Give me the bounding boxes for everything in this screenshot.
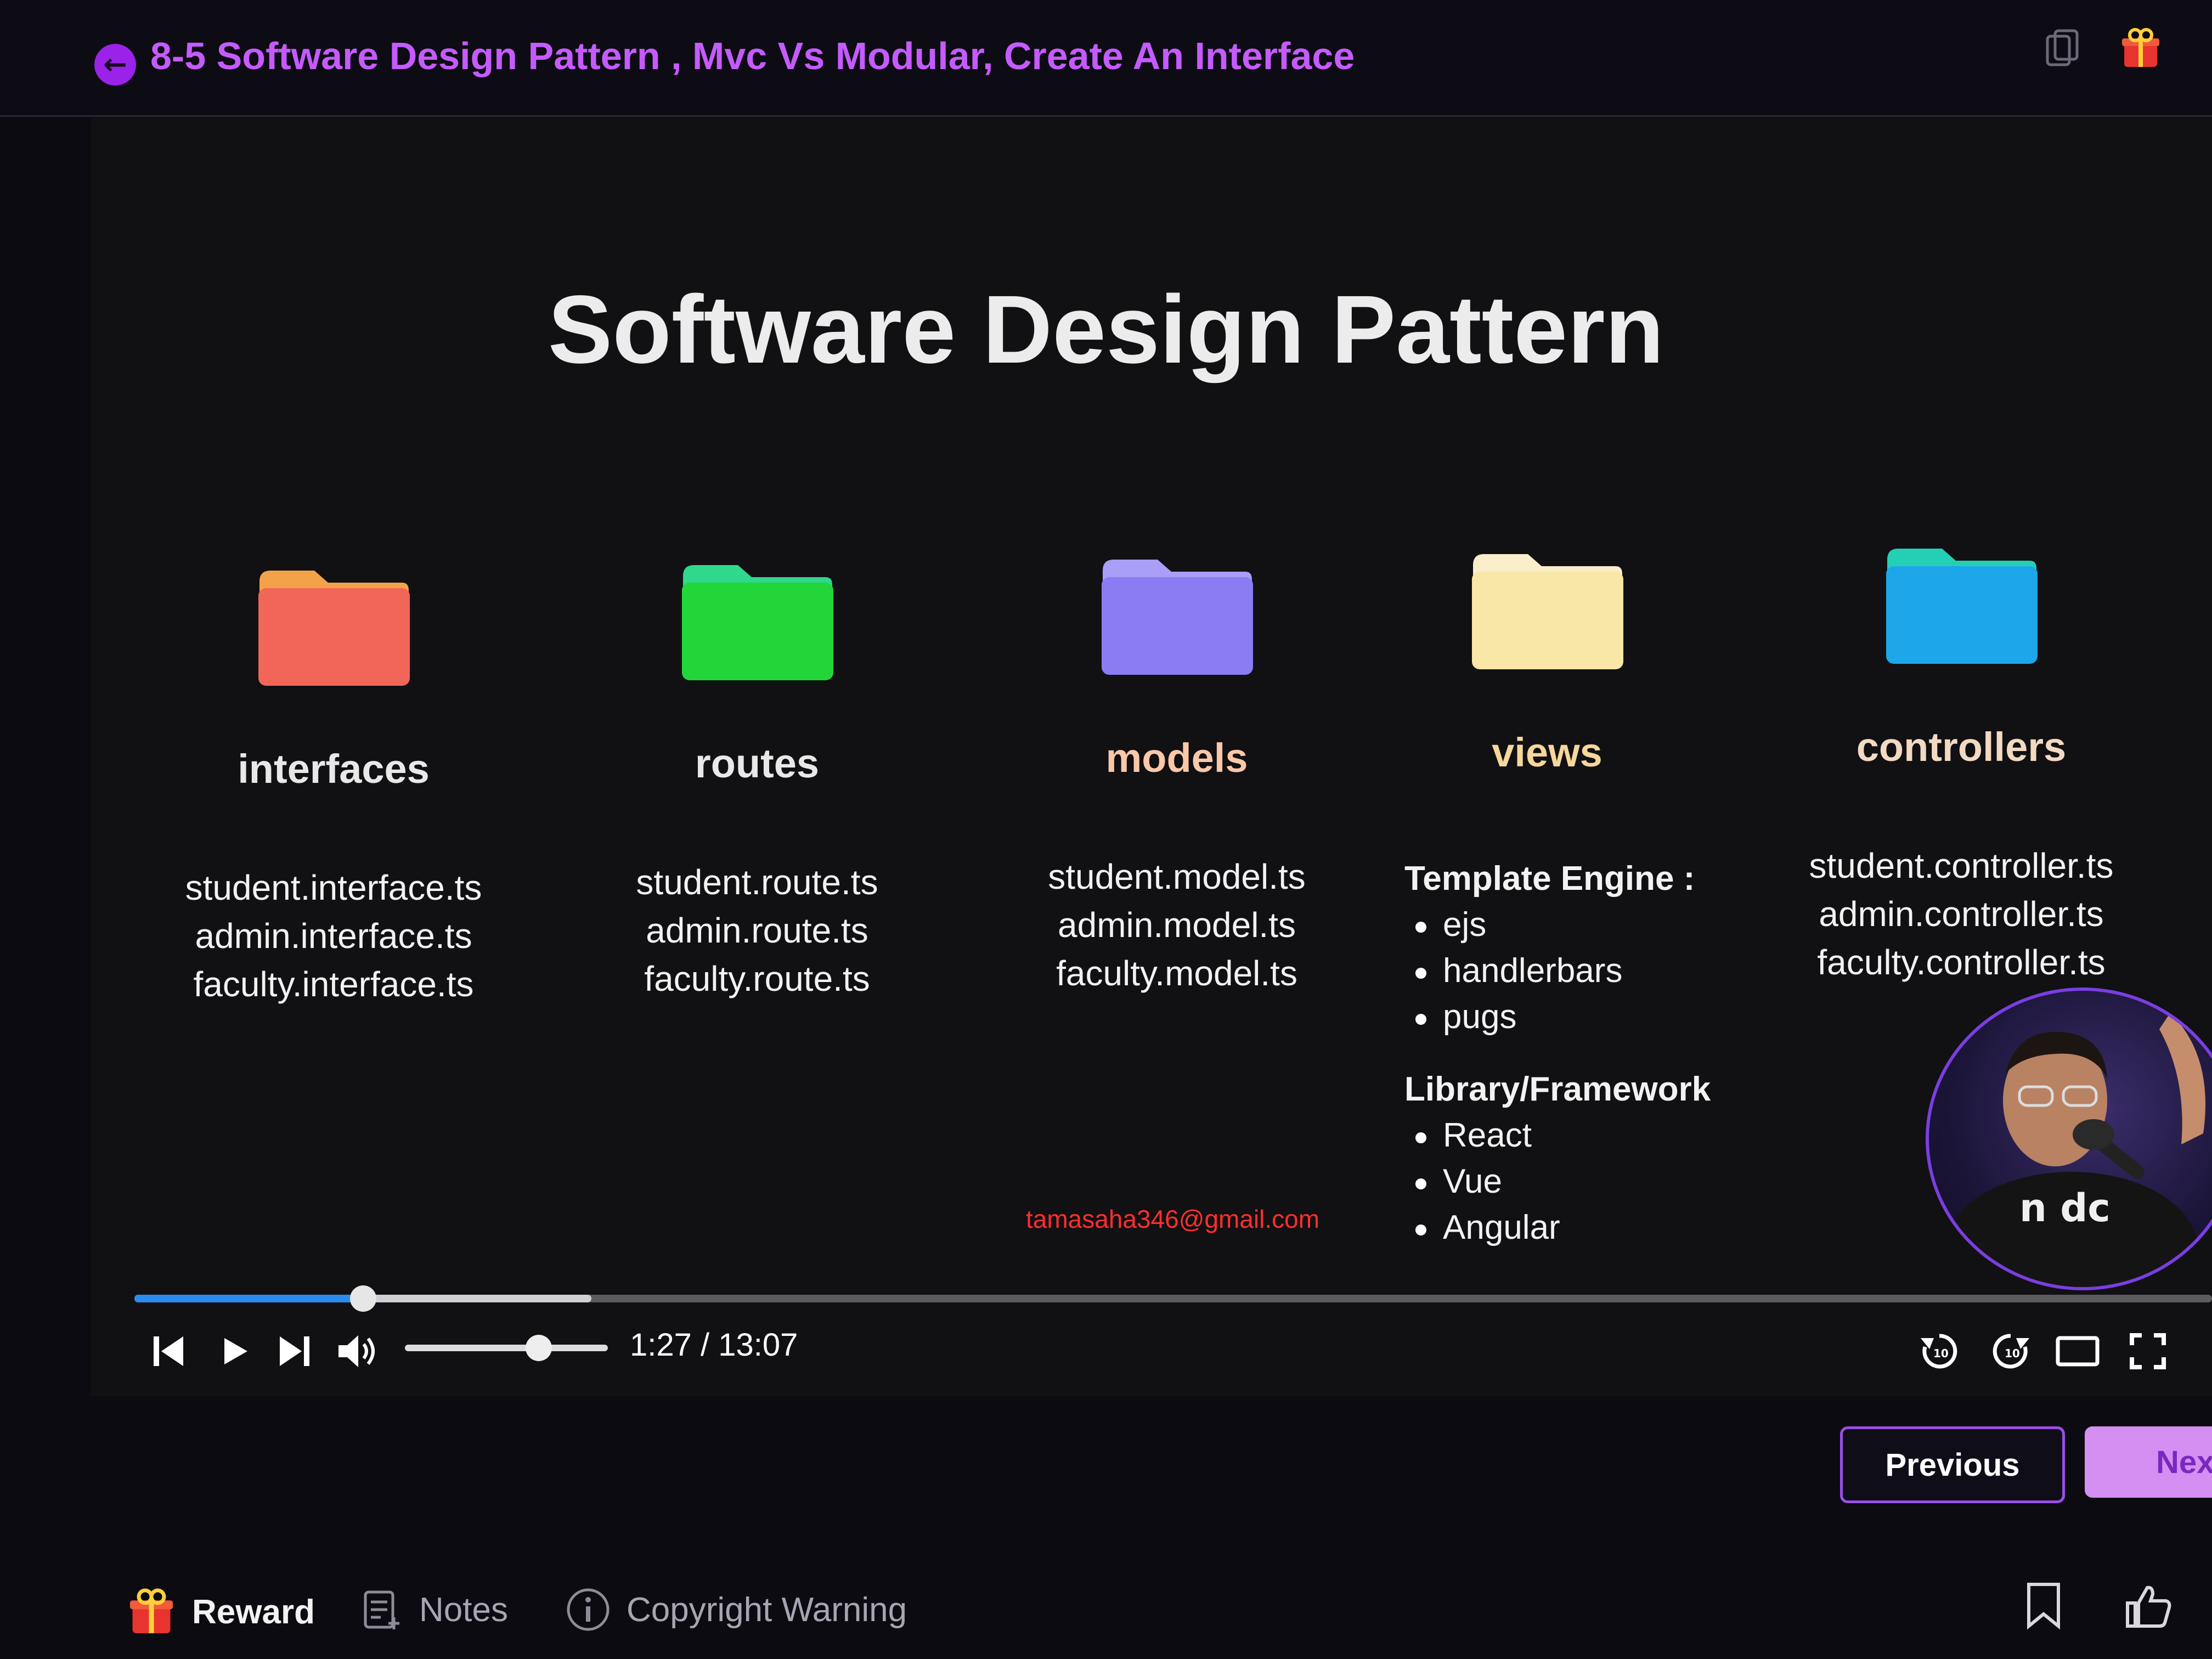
fullscreen-icon bbox=[2130, 1333, 2166, 1369]
bookmark-button[interactable] bbox=[2024, 1581, 2063, 1630]
file-name: student.route.ts bbox=[636, 862, 878, 902]
file-name: admin.model.ts bbox=[1058, 905, 1296, 945]
next-button[interactable]: Nex bbox=[2085, 1426, 2212, 1498]
file-name: admin.controller.ts bbox=[1819, 894, 2104, 934]
volume-slider[interactable] bbox=[405, 1335, 608, 1361]
list-item: Angular bbox=[1404, 1205, 1711, 1251]
forward-10-icon: 10 bbox=[1993, 1334, 2029, 1369]
folder-name: models bbox=[1105, 735, 1248, 781]
file-list: student.model.ts admin.model.ts faculty.… bbox=[985, 853, 1369, 997]
forward-10-button[interactable]: 10 bbox=[1986, 1327, 2035, 1376]
arrow-left-icon: ← bbox=[103, 48, 127, 81]
notes-button[interactable]: Notes bbox=[362, 1587, 508, 1633]
reward-label: Reward bbox=[192, 1593, 315, 1631]
folder-interfaces: interfaces student.interface.ts admin.in… bbox=[142, 560, 526, 1008]
file-name: faculty.controller.ts bbox=[1817, 943, 2106, 982]
gift-icon bbox=[129, 1588, 173, 1634]
fullscreen-button[interactable] bbox=[2123, 1327, 2172, 1376]
list-item: ejs bbox=[1404, 902, 1711, 948]
file-list: student.route.ts admin.route.ts faculty.… bbox=[565, 858, 949, 1003]
progress-thumb[interactable] bbox=[349, 1285, 376, 1312]
theater-mode-button[interactable] bbox=[2053, 1327, 2102, 1376]
file-name: admin.route.ts bbox=[646, 911, 868, 950]
rewind-10-button[interactable]: 10 bbox=[1915, 1327, 1964, 1376]
folder-icon bbox=[258, 571, 410, 686]
copy-icon[interactable] bbox=[2041, 26, 2085, 70]
list-item: Vue bbox=[1404, 1159, 1711, 1205]
played-bar bbox=[134, 1295, 363, 1302]
svg-text:n dc: n dc bbox=[2019, 1186, 2111, 1231]
copyright-warning-label: Copyright Warning bbox=[627, 1590, 907, 1629]
list-item: handlerbars bbox=[1404, 948, 1711, 994]
bottom-toolbar: Reward Notes Copyright Warning bbox=[0, 1569, 2212, 1659]
list-item: pugs bbox=[1404, 994, 1711, 1040]
file-name: student.controller.ts bbox=[1809, 846, 2114, 885]
notes-label: Notes bbox=[419, 1590, 508, 1629]
folder-name: routes bbox=[695, 741, 820, 786]
skip-previous-button[interactable] bbox=[144, 1327, 193, 1376]
reward-button[interactable]: Reward bbox=[126, 1587, 315, 1637]
notes-icon bbox=[364, 1590, 399, 1629]
lesson-title: 8-5 Software Design Pattern , Mvc Vs Mod… bbox=[150, 35, 1355, 77]
svg-text:10: 10 bbox=[1933, 1347, 1949, 1360]
email-watermark: tamasaha346@gmail.com bbox=[1026, 1205, 1320, 1233]
play-icon bbox=[224, 1338, 247, 1364]
info-icon bbox=[567, 1588, 610, 1631]
views-details: Template Engine : ejs handlerbars pugs L… bbox=[1404, 856, 1711, 1251]
folder-icon bbox=[1886, 549, 2038, 664]
file-name: faculty.route.ts bbox=[644, 959, 870, 998]
skip-previous-icon bbox=[154, 1336, 183, 1366]
list-item: React bbox=[1404, 1113, 1711, 1159]
folder-name: interfaces bbox=[238, 746, 430, 792]
like-button[interactable] bbox=[2123, 1581, 2172, 1630]
folder-routes: routes student.route.ts admin.route.ts f… bbox=[565, 554, 949, 1003]
folder-name: views bbox=[1492, 730, 1602, 775]
back-button[interactable]: ← bbox=[94, 44, 136, 86]
play-button[interactable] bbox=[210, 1327, 259, 1376]
folder-icon bbox=[1102, 560, 1253, 675]
rewind-10-icon: 10 bbox=[1921, 1334, 1957, 1369]
skip-next-button[interactable] bbox=[270, 1327, 319, 1376]
lesson-header: ← 8-5 Software Design Pattern , Mvc Vs M… bbox=[0, 0, 2212, 117]
bookmark-icon bbox=[2027, 1583, 2060, 1630]
video-progress-bar[interactable] bbox=[134, 1285, 2212, 1312]
folder-controllers: controllers student.controller.ts admin.… bbox=[1769, 538, 2153, 986]
folder-name: controllers bbox=[1856, 724, 2067, 770]
file-name: admin.interface.ts bbox=[195, 916, 472, 956]
time-display: 1:27 / 13:07 bbox=[630, 1327, 798, 1363]
gift-icon[interactable] bbox=[2119, 26, 2163, 70]
svg-text:10: 10 bbox=[2005, 1347, 2020, 1360]
previous-button[interactable]: Previous bbox=[1840, 1426, 2065, 1503]
theater-mode-icon bbox=[2056, 1336, 2100, 1367]
file-name: student.interface.ts bbox=[185, 868, 482, 907]
folder-views: views bbox=[1355, 543, 1739, 776]
file-list: student.controller.ts admin.controller.t… bbox=[1769, 842, 2153, 986]
folder-models: models student.model.ts admin.model.ts f… bbox=[985, 549, 1369, 997]
file-name: faculty.model.ts bbox=[1056, 953, 1297, 993]
volume-thumb[interactable] bbox=[526, 1335, 552, 1361]
thumbs-up-icon bbox=[2126, 1585, 2171, 1628]
slide-title: Software Design Pattern bbox=[548, 276, 1664, 383]
file-name: student.model.ts bbox=[1048, 857, 1306, 896]
folder-icon bbox=[1472, 554, 1623, 669]
template-engine-heading: Template Engine : bbox=[1404, 860, 1695, 898]
library-framework-heading: Library/Framework bbox=[1404, 1070, 1711, 1108]
file-list: student.interface.ts admin.interface.ts … bbox=[142, 864, 526, 1008]
copyright-warning-button[interactable]: Copyright Warning bbox=[565, 1587, 907, 1633]
folder-icon bbox=[682, 565, 833, 680]
skip-next-icon bbox=[280, 1336, 309, 1366]
file-name: faculty.interface.ts bbox=[193, 964, 474, 1004]
volume-icon bbox=[338, 1335, 375, 1367]
volume-button[interactable] bbox=[332, 1327, 382, 1376]
